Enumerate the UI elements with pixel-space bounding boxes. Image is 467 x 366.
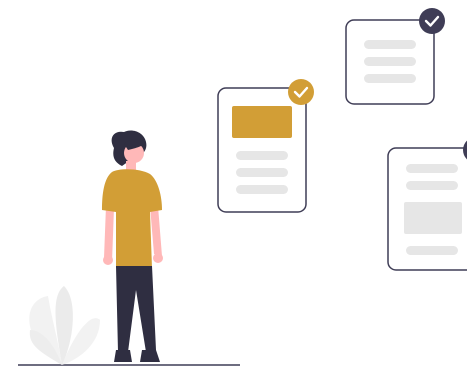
illustration-canvas	[0, 0, 467, 366]
card-text-line	[406, 246, 458, 255]
person-figure	[102, 130, 163, 362]
right-card	[387, 140, 467, 271]
card-text-line	[364, 74, 416, 83]
checkmark-icon	[288, 79, 314, 105]
card-text-line	[364, 40, 416, 49]
plant	[29, 286, 100, 365]
checkmark-icon	[419, 8, 445, 34]
illustration-svg	[18, 8, 467, 366]
card-placeholder-block	[404, 202, 462, 234]
card-text-line	[406, 181, 458, 190]
card-text-line	[236, 168, 288, 177]
card-text-line	[236, 185, 288, 194]
card-text-line	[236, 151, 288, 160]
card-accent-block	[232, 106, 292, 138]
middle-card	[217, 79, 314, 213]
top-right-card	[345, 8, 445, 105]
card-text-line	[406, 164, 458, 173]
card-text-line	[364, 57, 416, 66]
